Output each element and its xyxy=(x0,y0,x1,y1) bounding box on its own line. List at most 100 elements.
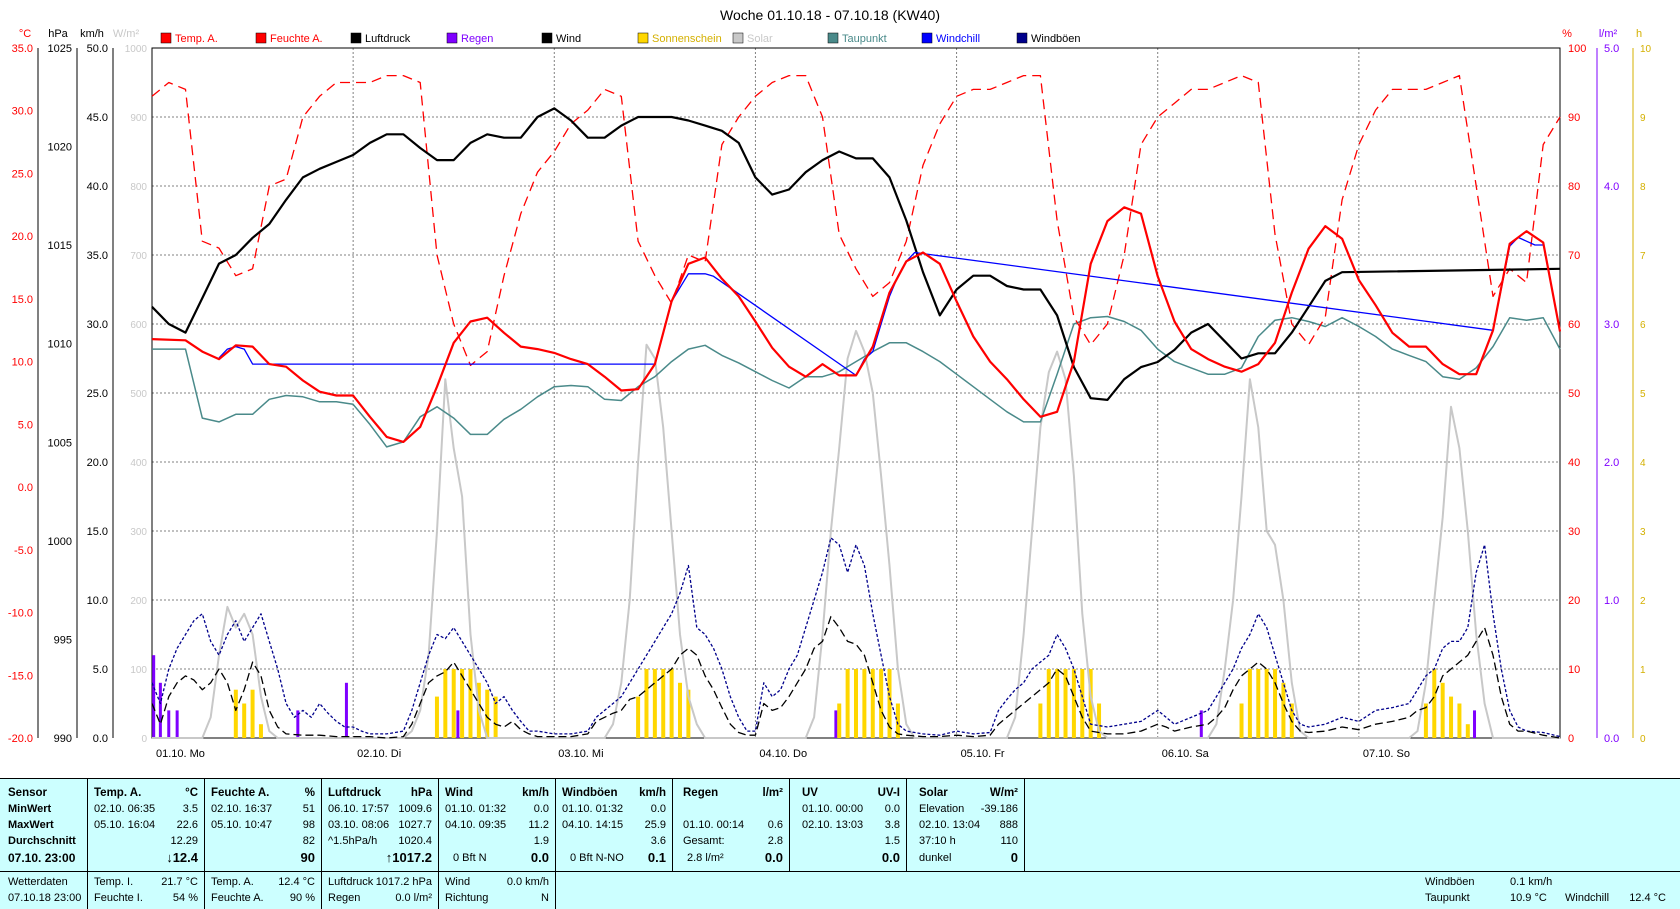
temp-max-value: 22.6 xyxy=(176,819,198,831)
current-windchill-value: 12.4 °C xyxy=(1629,892,1666,904)
sunshine-bar xyxy=(845,669,850,738)
current-dewpoint-value: 10.9 °C xyxy=(1510,892,1547,904)
day-label: 03.10. Mi xyxy=(558,748,603,760)
current-direction-value: N xyxy=(541,892,549,904)
legend-swatch xyxy=(921,32,933,44)
pressure-tick-label: 1010 xyxy=(48,339,72,351)
sunshine-bar xyxy=(879,669,884,738)
sunshine-bar xyxy=(837,703,842,738)
solar-avg-value: 110 xyxy=(1000,835,1018,847)
sunshine-bar xyxy=(451,669,456,738)
pressure-axis-unit: hPa xyxy=(48,28,68,40)
sunshine-bar xyxy=(652,669,657,738)
uv-min-time: 01.10. 00:00 xyxy=(802,803,864,815)
rain-bar xyxy=(158,682,162,738)
rain-tick-label: 3.0 xyxy=(1604,319,1619,331)
day-label: 05.10. Fr xyxy=(961,748,1005,760)
legend-swatch xyxy=(637,32,649,44)
humidity-tick-label: 90 xyxy=(1568,112,1580,124)
solar-current-value: 0 xyxy=(1010,850,1018,865)
humidity-min-time: 02.10. 16:37 xyxy=(211,803,273,815)
solar-duration: 37:10 h xyxy=(919,835,956,847)
indoor-temp-label: Temp. I. xyxy=(94,876,134,888)
summary-uv: UV UV-I 01.10. 00:00 0.0 02.10. 13:03 3.… xyxy=(790,778,907,871)
current-windchill-label: Windchill xyxy=(1565,892,1610,904)
grid xyxy=(151,47,1561,739)
rain-total-sum: 2.8 l/m² xyxy=(687,852,724,864)
current-outdoor: Temp. A. 12.4 °C Feuchte A. 90 % xyxy=(205,871,322,909)
wind-header: Wind xyxy=(445,787,473,799)
summary-gust: Windböen km/h 01.10. 01:32 0.0 04.10. 14… xyxy=(556,778,673,871)
current-station-time: 07.10.18 23:00 xyxy=(8,892,82,904)
rain-header: Regen xyxy=(683,787,719,799)
temp-min-time: 02.10. 06:35 xyxy=(94,803,156,815)
sunshine-bar xyxy=(1440,682,1445,738)
rain-bar xyxy=(834,710,838,738)
sunshine-bar xyxy=(1080,669,1085,738)
current-pressure-label: Luftdruck xyxy=(328,876,374,888)
outdoor-humidity-value: 90 % xyxy=(289,892,315,904)
uv-header: UV xyxy=(802,787,818,799)
dewpoint-line xyxy=(152,315,1561,448)
gust-avg-value: 3.6 xyxy=(650,835,666,847)
current-wind-value: 0.0 km/h xyxy=(506,876,549,888)
sunshine-bar xyxy=(1432,669,1437,738)
temp-tick-label: -20.0 xyxy=(8,733,33,745)
solar-unit: W/m² xyxy=(989,787,1018,799)
rain-bar xyxy=(175,710,179,738)
wind-max-value: 11.2 xyxy=(528,819,549,831)
solar-tick-label: 700 xyxy=(130,251,147,262)
pressure-tick-label: 1015 xyxy=(48,240,72,252)
wind-tick-label: 20.0 xyxy=(87,457,108,469)
current-rain-value: 0.0 l/m² xyxy=(395,892,432,904)
sun-tick-label: 6 xyxy=(1640,320,1646,331)
pressure-tick-label: 1000 xyxy=(48,536,72,548)
sunshine-bar xyxy=(443,669,448,738)
humidity-header: Feuchte A. xyxy=(211,787,270,799)
sun-tick-label: 0 xyxy=(1640,734,1646,745)
solar-tick-label: 0 xyxy=(141,734,147,745)
summary-humidity: Feuchte A. % 02.10. 16:37 51 05.10. 10:4… xyxy=(205,778,322,871)
humidity-tick-label: 0 xyxy=(1568,733,1574,745)
temp-tick-label: 0.0 xyxy=(18,482,33,494)
weather-chart: Woche 01.10.18 - 07.10.18 (KW40) 35.030.… xyxy=(8,7,1652,760)
solar-tick-label: 500 xyxy=(130,389,147,400)
humidity-axis-unit: % xyxy=(1562,28,1572,40)
sun-tick-label: 1 xyxy=(1640,665,1646,676)
temp-tick-label: 15.0 xyxy=(12,294,33,306)
pressure-max-time: 03.10. 08:06 xyxy=(328,819,390,831)
sunshine-bar xyxy=(1247,669,1252,738)
current-pressure-value: 1017.2 hPa xyxy=(375,876,432,888)
rain-axis-unit: l/m² xyxy=(1599,28,1618,40)
pressure-current-value: ↑1017.2 xyxy=(385,850,432,865)
temp-unit: °C xyxy=(185,787,198,799)
humidity-avg-value: 82 xyxy=(302,835,315,847)
temp-axis-unit: °C xyxy=(19,28,31,40)
legend-swatch xyxy=(827,32,839,44)
sun-tick-label: 10 xyxy=(1640,44,1652,55)
sun-tick-label: 8 xyxy=(1640,182,1646,193)
sunshine-bar xyxy=(644,669,649,738)
temp-tick-label: 25.0 xyxy=(12,168,33,180)
humidity-tick-label: 20 xyxy=(1568,595,1580,607)
pressure-trend: ^1.5hPa/h xyxy=(328,835,378,847)
humidity-current-value: 90 xyxy=(300,850,315,865)
sunshine-bar xyxy=(661,669,666,738)
temp-current-value: ↓12.4 xyxy=(166,850,198,865)
current-wind-label: Wind xyxy=(445,876,471,888)
solar-tick-label: 900 xyxy=(130,113,147,124)
pressure-min-time: 06.10. 17:57 xyxy=(328,803,390,815)
temp-tick-label: -10.0 xyxy=(8,608,33,620)
temp-tick-label: 20.0 xyxy=(12,231,33,243)
rain-bar xyxy=(1473,710,1477,738)
rain-tick-label: 4.0 xyxy=(1604,181,1619,193)
solar-tick-label: 800 xyxy=(130,182,147,193)
current-rain-label: Regen xyxy=(328,892,361,904)
gust-max-time: 04.10. 14:15 xyxy=(562,819,624,831)
wind-tick-label: 25.0 xyxy=(87,388,108,400)
rain-max-value: 0.6 xyxy=(767,819,783,831)
sunshine-bar xyxy=(242,703,247,738)
humidity-max-value: 98 xyxy=(302,819,315,831)
uv-avg-value: 1.5 xyxy=(884,835,900,847)
pressure-max-value: 1027.7 xyxy=(398,819,432,831)
